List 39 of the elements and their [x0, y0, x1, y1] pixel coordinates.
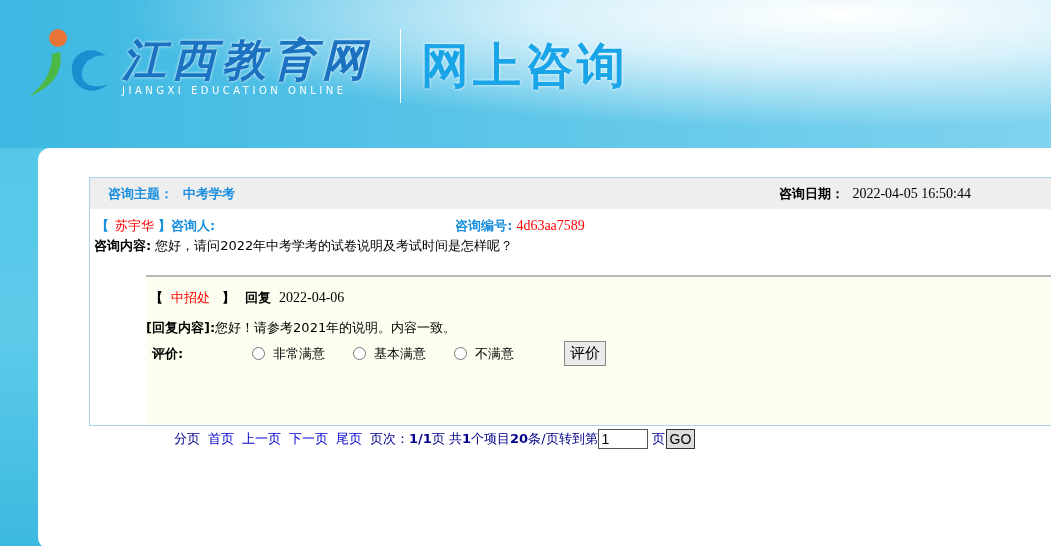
- topic-value: 中考学考: [183, 184, 235, 203]
- rating-option[interactable]: 基本满意: [374, 344, 426, 363]
- number-value: 4d63aa7589: [516, 218, 585, 234]
- site-subtitle: JIANGXI EDUCATION ONLINE: [122, 84, 347, 96]
- radio-button[interactable]: [252, 347, 265, 360]
- asker-label: 咨询人:: [171, 217, 216, 235]
- bracket: 】: [222, 289, 235, 307]
- site-name: 江西教育网: [122, 36, 372, 85]
- bracket: 【: [150, 289, 163, 307]
- page-suffix: 页: [651, 430, 665, 448]
- page-input[interactable]: 1: [597, 429, 648, 449]
- bracket: 】: [158, 217, 171, 235]
- topic-label: 咨询主题：: [108, 184, 173, 203]
- pager-link[interactable]: 下一页: [289, 430, 328, 448]
- reply-content-label: [回复内容]:: [146, 320, 216, 335]
- pager-link[interactable]: 上一页: [242, 430, 281, 448]
- pager-label: 分页: [174, 430, 200, 448]
- reply-date: 2022-04-06: [279, 290, 345, 306]
- date-value: 2022-04-05 16:50:44: [852, 185, 971, 202]
- number-label: 咨询编号:: [455, 217, 513, 235]
- responder-name: 中招处: [171, 289, 210, 307]
- page-title: 网上咨询: [421, 36, 629, 95]
- radio-button[interactable]: [454, 347, 467, 360]
- radio-button[interactable]: [353, 347, 366, 360]
- go-button[interactable]: GO: [665, 429, 696, 449]
- question-text: 您好，请问2022年中考学考的试卷说明及考试时间是怎样呢？: [155, 238, 514, 253]
- reply-text: 您好！请参考2021年的说明。内容一致。: [215, 320, 457, 335]
- rating-label: 评价:: [151, 345, 185, 363]
- rating-option[interactable]: 不满意: [475, 344, 514, 363]
- reply-label: 回复: [245, 289, 271, 307]
- rating-option[interactable]: 非常满意: [273, 344, 325, 363]
- pager-link[interactable]: 尾页: [336, 430, 362, 448]
- bracket: 【: [96, 217, 109, 235]
- content-label: 咨询内容:: [94, 238, 152, 253]
- pager-link[interactable]: 首页: [208, 430, 234, 448]
- rate-button[interactable]: 评价: [564, 341, 606, 366]
- pager-summary: 页次：1/1页 共1个项目20条/页转到第: [370, 430, 598, 448]
- asker-name: 苏宇华: [115, 217, 154, 235]
- date-label: 咨询日期：: [779, 184, 845, 203]
